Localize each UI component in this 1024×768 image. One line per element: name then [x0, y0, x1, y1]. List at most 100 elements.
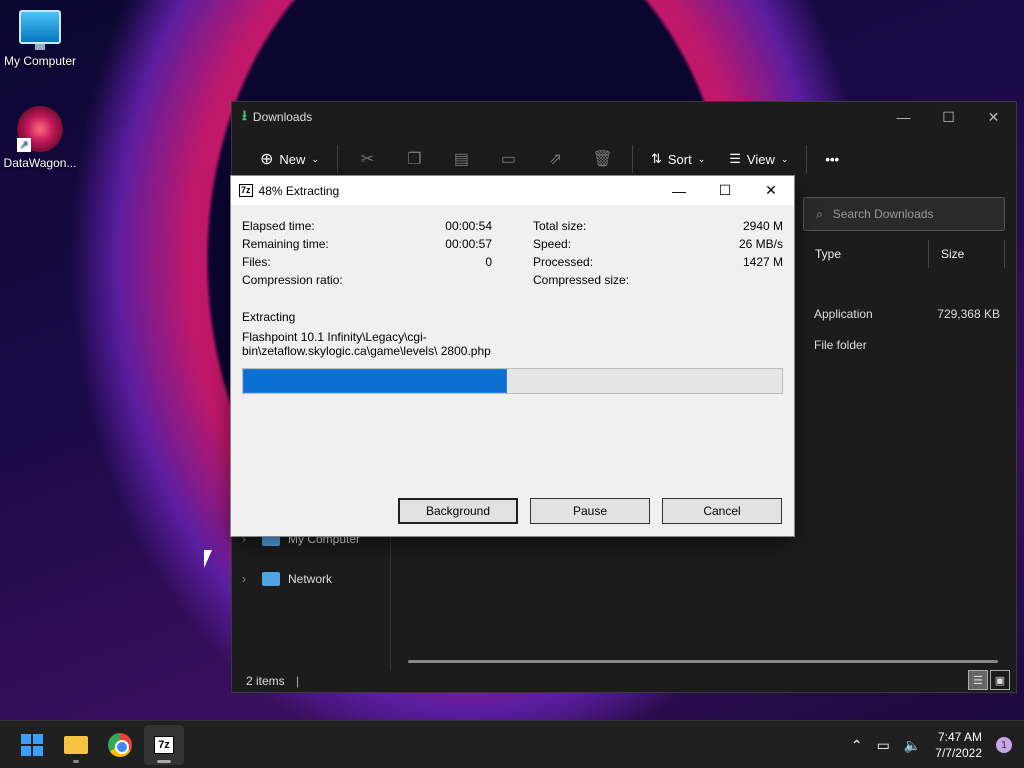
view-toggle: ☰ ▣ — [968, 670, 1010, 690]
stat-value: 0 — [485, 255, 492, 269]
desktop-icon-label: DataWagon... — [3, 156, 77, 170]
search-input[interactable]: ⌕ Search Downloads — [803, 197, 1005, 231]
chevron-up-icon[interactable]: ⌃ — [851, 737, 863, 754]
minimize-button[interactable]: — — [881, 102, 926, 132]
chevron-down-icon: ⌄ — [697, 153, 706, 164]
minimize-button[interactable]: — — [656, 176, 702, 205]
mouse-cursor-icon — [204, 550, 212, 568]
sort-label: Sort — [667, 151, 692, 167]
view-button[interactable]: ☰ View ⌄ — [717, 143, 800, 175]
nav-item-network[interactable]: › Network — [242, 572, 332, 586]
dialog-title: 48% Extracting — [258, 183, 340, 198]
datawagon-logo-icon: ↗ — [17, 106, 63, 152]
stat-label: Processed: — [533, 255, 594, 269]
stat-value: 00:00:57 — [445, 237, 492, 251]
desktop-icon-datawagon[interactable]: ↗ DataWagon... — [0, 106, 80, 170]
7zip-icon: 7z — [154, 735, 174, 754]
system-tray: ⌃ ▭ 🔈 7:47 AM 7/7/2022 1 — [851, 721, 1012, 768]
extraction-progress-bar — [242, 368, 783, 394]
cancel-button[interactable]: Cancel — [662, 498, 782, 524]
running-indicator — [73, 759, 79, 763]
taskbar-7zip[interactable]: 7z — [144, 724, 184, 765]
stat-label: Remaining time: — [242, 237, 329, 251]
notification-badge[interactable]: 1 — [996, 737, 1012, 753]
current-file-path: Flashpoint 10.1 Infinity\Legacy\cgi-bin\… — [242, 330, 491, 358]
stat-label: Compression ratio: — [242, 273, 343, 287]
pause-button[interactable]: Pause — [530, 498, 650, 524]
rename-icon[interactable]: ▭ — [485, 149, 532, 169]
taskbar: 7z ⌃ ▭ 🔈 7:47 AM 7/7/2022 1 — [0, 720, 1024, 768]
network-icon — [262, 572, 280, 586]
cut-icon[interactable]: ✂ — [344, 149, 391, 169]
file-size — [936, 338, 1000, 352]
windows-logo-icon — [21, 733, 43, 756]
file-type: Application — [814, 307, 873, 321]
chevron-down-icon: ⌄ — [780, 153, 789, 164]
stat-label: Elapsed time: — [242, 219, 315, 233]
chevron-down-icon: ⌄ — [311, 153, 319, 164]
stat-label: Files: — [242, 255, 271, 269]
explorer-title: Downloads — [252, 110, 313, 124]
close-button[interactable]: ✕ — [971, 102, 1016, 132]
search-placeholder: Search Downloads — [832, 207, 934, 221]
share-icon[interactable]: ⇗ — [532, 149, 579, 169]
copy-icon[interactable]: ❐ — [391, 149, 438, 169]
maximize-button[interactable]: ☐ — [926, 102, 971, 132]
stat-label: Speed: — [533, 237, 572, 251]
background-button[interactable]: Background — [398, 498, 518, 524]
file-type: File folder — [814, 338, 867, 352]
start-button[interactable] — [12, 725, 52, 765]
file-size: 729,368 KB — [937, 307, 1000, 321]
stat-row: Remaining time: 00:00:57 Speed: 26 MB/s — [242, 237, 783, 255]
stat-row: Elapsed time: 00:00:54 Total size: 2940 … — [242, 219, 783, 237]
paste-icon[interactable]: ▤ — [438, 149, 485, 169]
stat-value: 00:00:54 — [445, 219, 492, 233]
clock-time: 7:47 AM — [937, 730, 982, 744]
toolbar-divider — [631, 145, 633, 173]
column-header-size[interactable]: Size — [929, 240, 1005, 268]
shortcut-arrow-icon: ↗ — [17, 138, 31, 152]
more-icon: ••• — [825, 151, 840, 167]
dialog-window-controls: — ☐ ✕ — [656, 176, 794, 205]
clock-date: 7/7/2022 — [935, 746, 982, 760]
new-button[interactable]: ⊕ New ⌄ — [248, 143, 331, 175]
status-divider: | — [296, 674, 300, 688]
nav-pane-divider[interactable] — [390, 532, 391, 670]
tiles-view-icon[interactable]: ▣ — [990, 670, 1010, 690]
taskbar-file-explorer[interactable] — [56, 725, 96, 765]
file-row[interactable]: File folder — [814, 338, 1000, 352]
plus-circle-icon: ⊕ — [260, 151, 274, 168]
extraction-dialog: 7z 48% Extracting — ☐ ✕ Elapsed time: 00… — [230, 175, 795, 537]
monitor-icon — [19, 10, 61, 50]
download-icon: ⭳ — [242, 107, 247, 123]
file-row[interactable]: Application 729,368 KB — [814, 307, 1000, 321]
horizontal-scrollbar[interactable] — [408, 660, 998, 663]
delete-icon[interactable]: 🗑 — [579, 149, 626, 169]
desktop-icon-my-computer[interactable]: My Computer — [0, 10, 80, 68]
action-label: Extracting — [242, 310, 296, 324]
taskbar-chrome[interactable] — [100, 725, 140, 765]
view-list-icon: ☰ — [729, 151, 741, 166]
stat-label: Total size: — [533, 219, 587, 233]
stat-row: Compression ratio: Compressed size: — [242, 273, 783, 291]
clock[interactable]: 7:47 AM 7/7/2022 — [935, 729, 982, 761]
details-view-icon[interactable]: ☰ — [968, 670, 988, 690]
network-icon[interactable]: ▭ — [877, 737, 890, 754]
stat-value: 26 MB/s — [738, 237, 783, 251]
progress-fill — [243, 369, 508, 393]
item-count: 2 items — [246, 674, 285, 688]
more-options-button[interactable]: ••• — [813, 143, 851, 175]
sort-button[interactable]: ⇅ Sort ⌄ — [639, 143, 717, 175]
maximize-button[interactable]: ☐ — [702, 176, 748, 205]
status-bar: 2 items | — [246, 674, 299, 688]
nav-item-label: Network — [288, 572, 333, 586]
volume-icon[interactable]: 🔈 — [904, 737, 921, 754]
toolbar-divider — [336, 145, 338, 173]
explorer-window-controls: — ☐ ✕ — [881, 102, 1016, 132]
close-button[interactable]: ✕ — [748, 176, 794, 205]
desktop-icon-label: My Computer — [3, 54, 77, 68]
stat-value: 1427 M — [742, 255, 783, 269]
column-header-type[interactable]: Type — [803, 240, 929, 268]
active-indicator — [157, 759, 171, 763]
view-label: View — [746, 151, 775, 167]
